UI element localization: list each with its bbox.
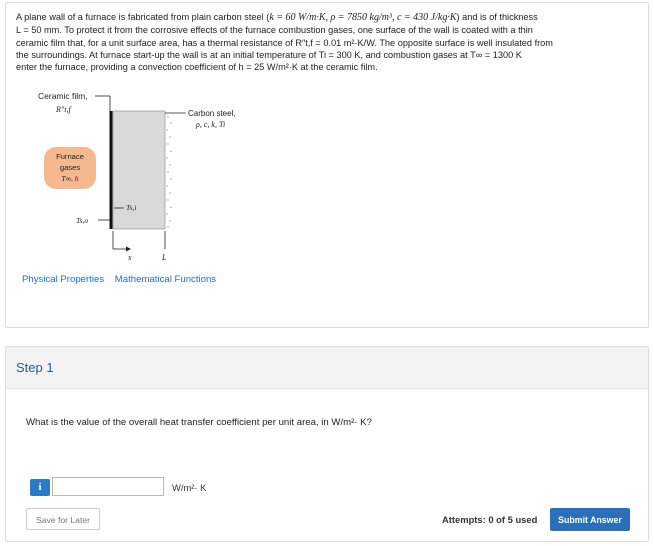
problem-line-2: L = 50 mm. To protect it from the corros… <box>16 25 533 36</box>
furnace-wall-figure: Ceramic film, R″t,f Carbon steel, ρ, c, … <box>38 91 236 262</box>
save-for-later-button[interactable]: Save for Later <box>26 508 100 530</box>
furnace-label-3: T∞, h <box>61 174 78 183</box>
problem-line-4: the surroundings. At furnace start-up th… <box>16 49 522 60</box>
problem-properties: k = 60 W/m·K, ρ = 7850 kg/m³, c = 430 J/… <box>269 12 457 23</box>
problem-text-2: ) and is of thickness <box>456 12 538 22</box>
attempts-counter: Attempts: 0 of 5 used <box>442 514 538 525</box>
problem-statement: A plane wall of a furnace is fabricated … <box>16 11 644 73</box>
steel-wall <box>112 110 166 230</box>
physical-properties-link[interactable]: Physical Properties <box>22 274 104 285</box>
ceramic-film-symbol: R″t,f <box>55 105 72 114</box>
x-axis-label: x <box>127 253 132 262</box>
insulation <box>166 116 172 228</box>
furnace-label-1: Furnace <box>56 152 84 161</box>
problem-line-5: enter the furnace, providing a convectio… <box>16 62 378 73</box>
submit-answer-button[interactable]: Submit Answer <box>550 508 630 531</box>
ts-outer-label: Ts,o <box>76 216 88 225</box>
ceramic-film-label: Ceramic film, <box>38 91 88 101</box>
info-icon[interactable]: i <box>30 479 50 496</box>
ts-inner-label: Ts,i <box>126 203 137 212</box>
question-text: What is the value of the overall heat tr… <box>26 417 372 428</box>
furnace-label-2: gases <box>60 163 80 172</box>
resource-links: Physical Properties Mathematical Functio… <box>22 274 224 285</box>
answer-unit: W/m²· K <box>172 482 207 493</box>
problem-card: A plane wall of a furnace is fabricated … <box>5 2 649 328</box>
step-title: Step 1 <box>16 360 54 375</box>
problem-text-1: A plane wall of a furnace is fabricated … <box>16 12 270 22</box>
steel-label: Carbon steel, <box>188 109 236 118</box>
step-header: Step 1 <box>6 347 648 389</box>
problem-line-3: ceramic film that, for a unit surface ar… <box>16 37 553 48</box>
step-card: Step 1 What is the value of the overall … <box>5 346 649 542</box>
thickness-label: L <box>161 253 167 262</box>
mathematical-functions-link[interactable]: Mathematical Functions <box>115 274 216 285</box>
steel-props: ρ, c, k, Ti <box>195 120 225 129</box>
answer-input[interactable] <box>52 477 164 496</box>
